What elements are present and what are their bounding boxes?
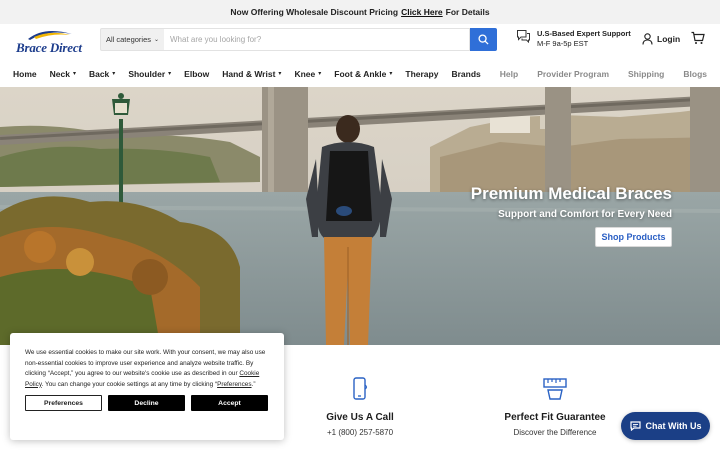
site-header: Brace Direct All categories ⌄ U.S-Based … [0, 24, 720, 60]
chevron-down-icon: ⌄ [154, 37, 160, 43]
hero-title: Premium Medical Braces [470, 184, 672, 203]
cookie-buttons: Preferences Decline Accept [25, 395, 269, 411]
nav-item-home[interactable]: Home [13, 69, 37, 79]
chevron-down-icon: ▾ [72, 71, 76, 77]
nav-item-label: Neck [49, 68, 70, 79]
nav-item-knee[interactable]: Knee ▾ [294, 69, 321, 79]
nav-link-shipping[interactable]: Shipping [628, 69, 664, 79]
ruler-icon [543, 378, 567, 400]
cart-button[interactable] [691, 31, 705, 50]
chat-button[interactable]: Chat With Us [621, 412, 710, 440]
cookie-banner: We use essential cookies to make our sit… [10, 333, 284, 440]
logo-text: Brace Direct [16, 40, 82, 55]
login-link[interactable]: Login [642, 33, 680, 45]
nav-item-label: Hand & Wrist [222, 68, 276, 79]
nav-link-provider-program[interactable]: Provider Program [537, 69, 609, 79]
brace-direct-logo[interactable]: Brace Direct [14, 28, 86, 56]
expert-support[interactable]: U.S-Based Expert Support M-F 9a-5p EST [516, 29, 631, 49]
feature-fit[interactable]: Perfect Fit Guarantee Discover the Diffe… [500, 377, 610, 437]
cookie-text-part: We use essential cookies to make our sit… [25, 349, 266, 377]
nav-item-label: Elbow [184, 68, 210, 79]
nav-item-therapy[interactable]: Therapy [405, 69, 438, 79]
nav-item-brands[interactable]: Brands [451, 69, 480, 79]
search-icon [478, 34, 489, 45]
nav-item-neck[interactable]: Neck ▾ [50, 69, 76, 79]
chat-icon [629, 421, 641, 431]
nav-item-label: Shoulder [128, 68, 166, 79]
support-hours: M-F 9a-5p EST [537, 39, 589, 48]
phone-icon [353, 377, 368, 400]
hero-subtitle: Support and Comfort for Every Need [498, 209, 672, 220]
nav-item-label: Therapy [405, 68, 439, 79]
nav-item-label: Back [88, 68, 110, 79]
nav-item-back[interactable]: Back ▾ [89, 69, 115, 79]
nav-item-shoulder[interactable]: Shoulder ▾ [128, 69, 171, 79]
chat-bubbles-icon [517, 30, 530, 43]
call-phone[interactable]: +1 (800) 257-5870 [310, 428, 410, 437]
cart-icon [691, 31, 705, 44]
preferences-button[interactable]: Preferences [25, 395, 102, 411]
call-title: Give Us A Call [326, 412, 394, 423]
nav-item-elbow[interactable]: Elbow [184, 69, 209, 79]
chevron-down-icon: ▾ [112, 71, 116, 77]
chevron-down-icon: ▾ [389, 71, 393, 77]
support-title: U.S-Based Expert Support [537, 29, 631, 38]
category-select-value: All categories [105, 35, 151, 44]
category-select[interactable]: All categories ⌄ [100, 28, 164, 51]
fit-subtitle: Discover the Difference [513, 428, 597, 437]
nav-link-help[interactable]: Help [500, 69, 518, 79]
nav-item-foot-ankle[interactable]: Foot & Ankle ▾ [334, 69, 392, 79]
cookie-text: We use essential cookies to make our sit… [25, 348, 269, 390]
nav-item-label: Knee [294, 68, 316, 79]
search-input[interactable] [164, 28, 470, 51]
nav-item-label: Foot & Ankle [334, 68, 387, 79]
chevron-down-icon: ▾ [318, 71, 322, 77]
announcement-bar: Now Offering Wholesale Discount Pricing … [0, 0, 720, 24]
shop-products-button[interactable]: Shop Products [595, 227, 672, 247]
announcement-text: Now Offering Wholesale Discount Pricing [230, 7, 399, 17]
user-icon [642, 33, 653, 45]
chevron-down-icon: ▾ [168, 71, 172, 77]
feature-call[interactable]: Give Us A Call +1 (800) 257-5870 [310, 377, 410, 437]
announcement-link[interactable]: Click Here [401, 7, 443, 17]
nav-item-label: Brands [451, 68, 481, 79]
nav-item-hand-wrist[interactable]: Hand & Wrist ▾ [222, 69, 281, 79]
chat-label: Chat With Us [645, 421, 702, 431]
nav-link-blogs[interactable]: Blogs [683, 69, 707, 79]
fit-title: Perfect Fit Guarantee [504, 412, 606, 423]
search-bar: All categories ⌄ [100, 28, 497, 51]
announcement-text-end: For Details [445, 7, 490, 17]
cookie-preferences-link[interactable]: Preferences [217, 381, 251, 388]
accept-button[interactable]: Accept [191, 395, 268, 411]
main-nav: Home Neck ▾ Back ▾ Shoulder ▾ Elbow Hand & Wrist… [0, 60, 720, 87]
login-label: Login [657, 34, 681, 44]
chevron-down-icon: ▾ [278, 71, 282, 77]
cookie-text-part: . You can change your cookie settings at… [41, 380, 218, 388]
search-button[interactable] [470, 28, 497, 51]
decline-button[interactable]: Decline [108, 395, 185, 411]
cookie-text-part: .” [251, 380, 256, 388]
hero-banner: Premium Medical Braces Support and Comfo… [0, 87, 720, 345]
nav-item-label: Home [13, 68, 37, 79]
